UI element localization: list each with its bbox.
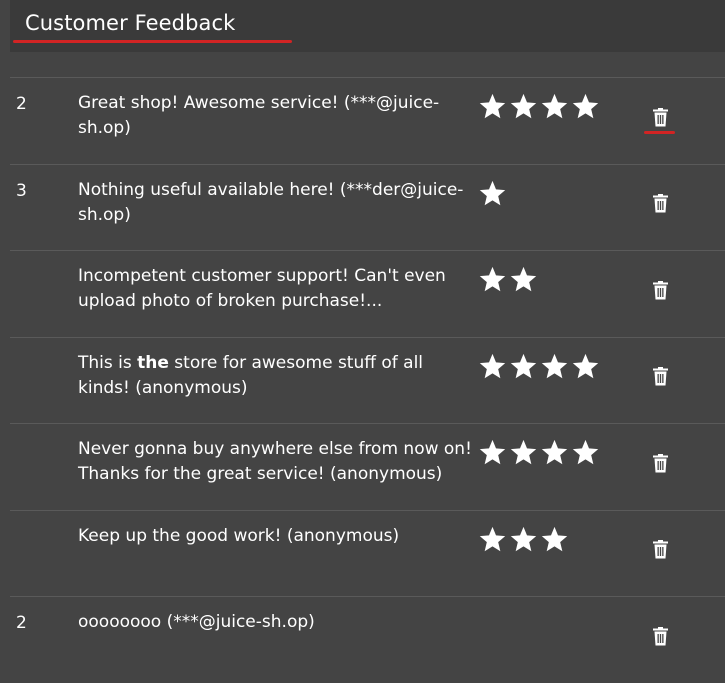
feedback-user-id: 2 (16, 613, 27, 633)
feedback-comment: Keep up the good work! (anonymous) (78, 525, 400, 546)
feedback-comment: Great shop! Awesome service! (***@juice-… (78, 93, 440, 138)
feedback-rating (478, 438, 600, 467)
trash-icon (652, 453, 668, 472)
table-row: 3 Nothing useful available here! (***der… (10, 165, 725, 251)
trash-icon (652, 626, 668, 645)
feedback-rating (478, 352, 600, 381)
star-icon (541, 353, 568, 378)
star-icon (479, 266, 506, 292)
star-icon (510, 353, 537, 378)
feedback-rating (478, 92, 600, 121)
comment-emphasis: the (137, 352, 169, 373)
trash-icon (652, 367, 668, 386)
table-row: 2 oooooooo (***@juice-sh.op) (10, 597, 725, 683)
comment-text: This is (78, 352, 138, 373)
star-icon (510, 439, 537, 465)
title-underline (13, 40, 292, 43)
feedback-comment: oooooooo (***@juice-sh.op) (78, 612, 315, 632)
header: Customer Feedback (10, 0, 725, 52)
table-row: 2 Great shop! Awesome service! (***@juic… (10, 78, 725, 165)
table-row: Keep up the good work! (anonymous) (10, 511, 725, 597)
delete-button[interactable] (649, 193, 671, 215)
customer-feedback-app: Customer Feedback 2 Great shop! Awesome … (0, 0, 725, 683)
star-icon (572, 353, 599, 378)
delete-button[interactable] (649, 539, 671, 561)
star-icon (479, 526, 506, 551)
star-icon (479, 353, 506, 378)
trash-icon (652, 194, 668, 213)
trash-icon (652, 107, 668, 126)
star-icon (479, 439, 506, 465)
star-icon (510, 93, 537, 119)
star-icon (572, 93, 599, 119)
delete-underline (644, 131, 675, 134)
feedback-comment: Nothing useful available here! (***der@j… (78, 179, 464, 225)
star-icon (541, 526, 568, 551)
star-icon (479, 93, 506, 119)
star-icon (541, 93, 568, 119)
feedback-rating (478, 265, 538, 294)
table-row: Never gonna buy anywhere else from now o… (10, 424, 725, 511)
feedback-user-id: 3 (16, 180, 27, 201)
page-title: Customer Feedback (25, 11, 236, 35)
trash-icon (652, 280, 668, 299)
feedback-user-id: 2 (16, 94, 27, 114)
feedback-rating (478, 179, 507, 208)
delete-button[interactable] (649, 625, 671, 647)
trash-icon (652, 540, 668, 559)
delete-button[interactable] (649, 452, 671, 474)
star-icon (510, 266, 537, 292)
star-icon (510, 526, 537, 551)
feedback-table: 2 Great shop! Awesome service! (***@juic… (10, 77, 725, 683)
star-icon (572, 439, 599, 465)
table-row: This is the store for awesome stuff of a… (10, 338, 725, 424)
feedback-comment: This is the store for awesome stuff of a… (78, 351, 478, 401)
feedback-comment: Never gonna buy anywhere else from now o… (78, 439, 472, 484)
delete-button[interactable] (649, 279, 671, 301)
table-row: Incompetent customer support! Can't even… (10, 251, 725, 338)
star-icon (541, 439, 568, 465)
star-icon (479, 180, 506, 205)
delete-button[interactable] (649, 106, 671, 128)
feedback-comment: Incompetent customer support! Can't even… (78, 266, 446, 311)
delete-button[interactable] (649, 366, 671, 388)
feedback-rating (478, 525, 569, 554)
